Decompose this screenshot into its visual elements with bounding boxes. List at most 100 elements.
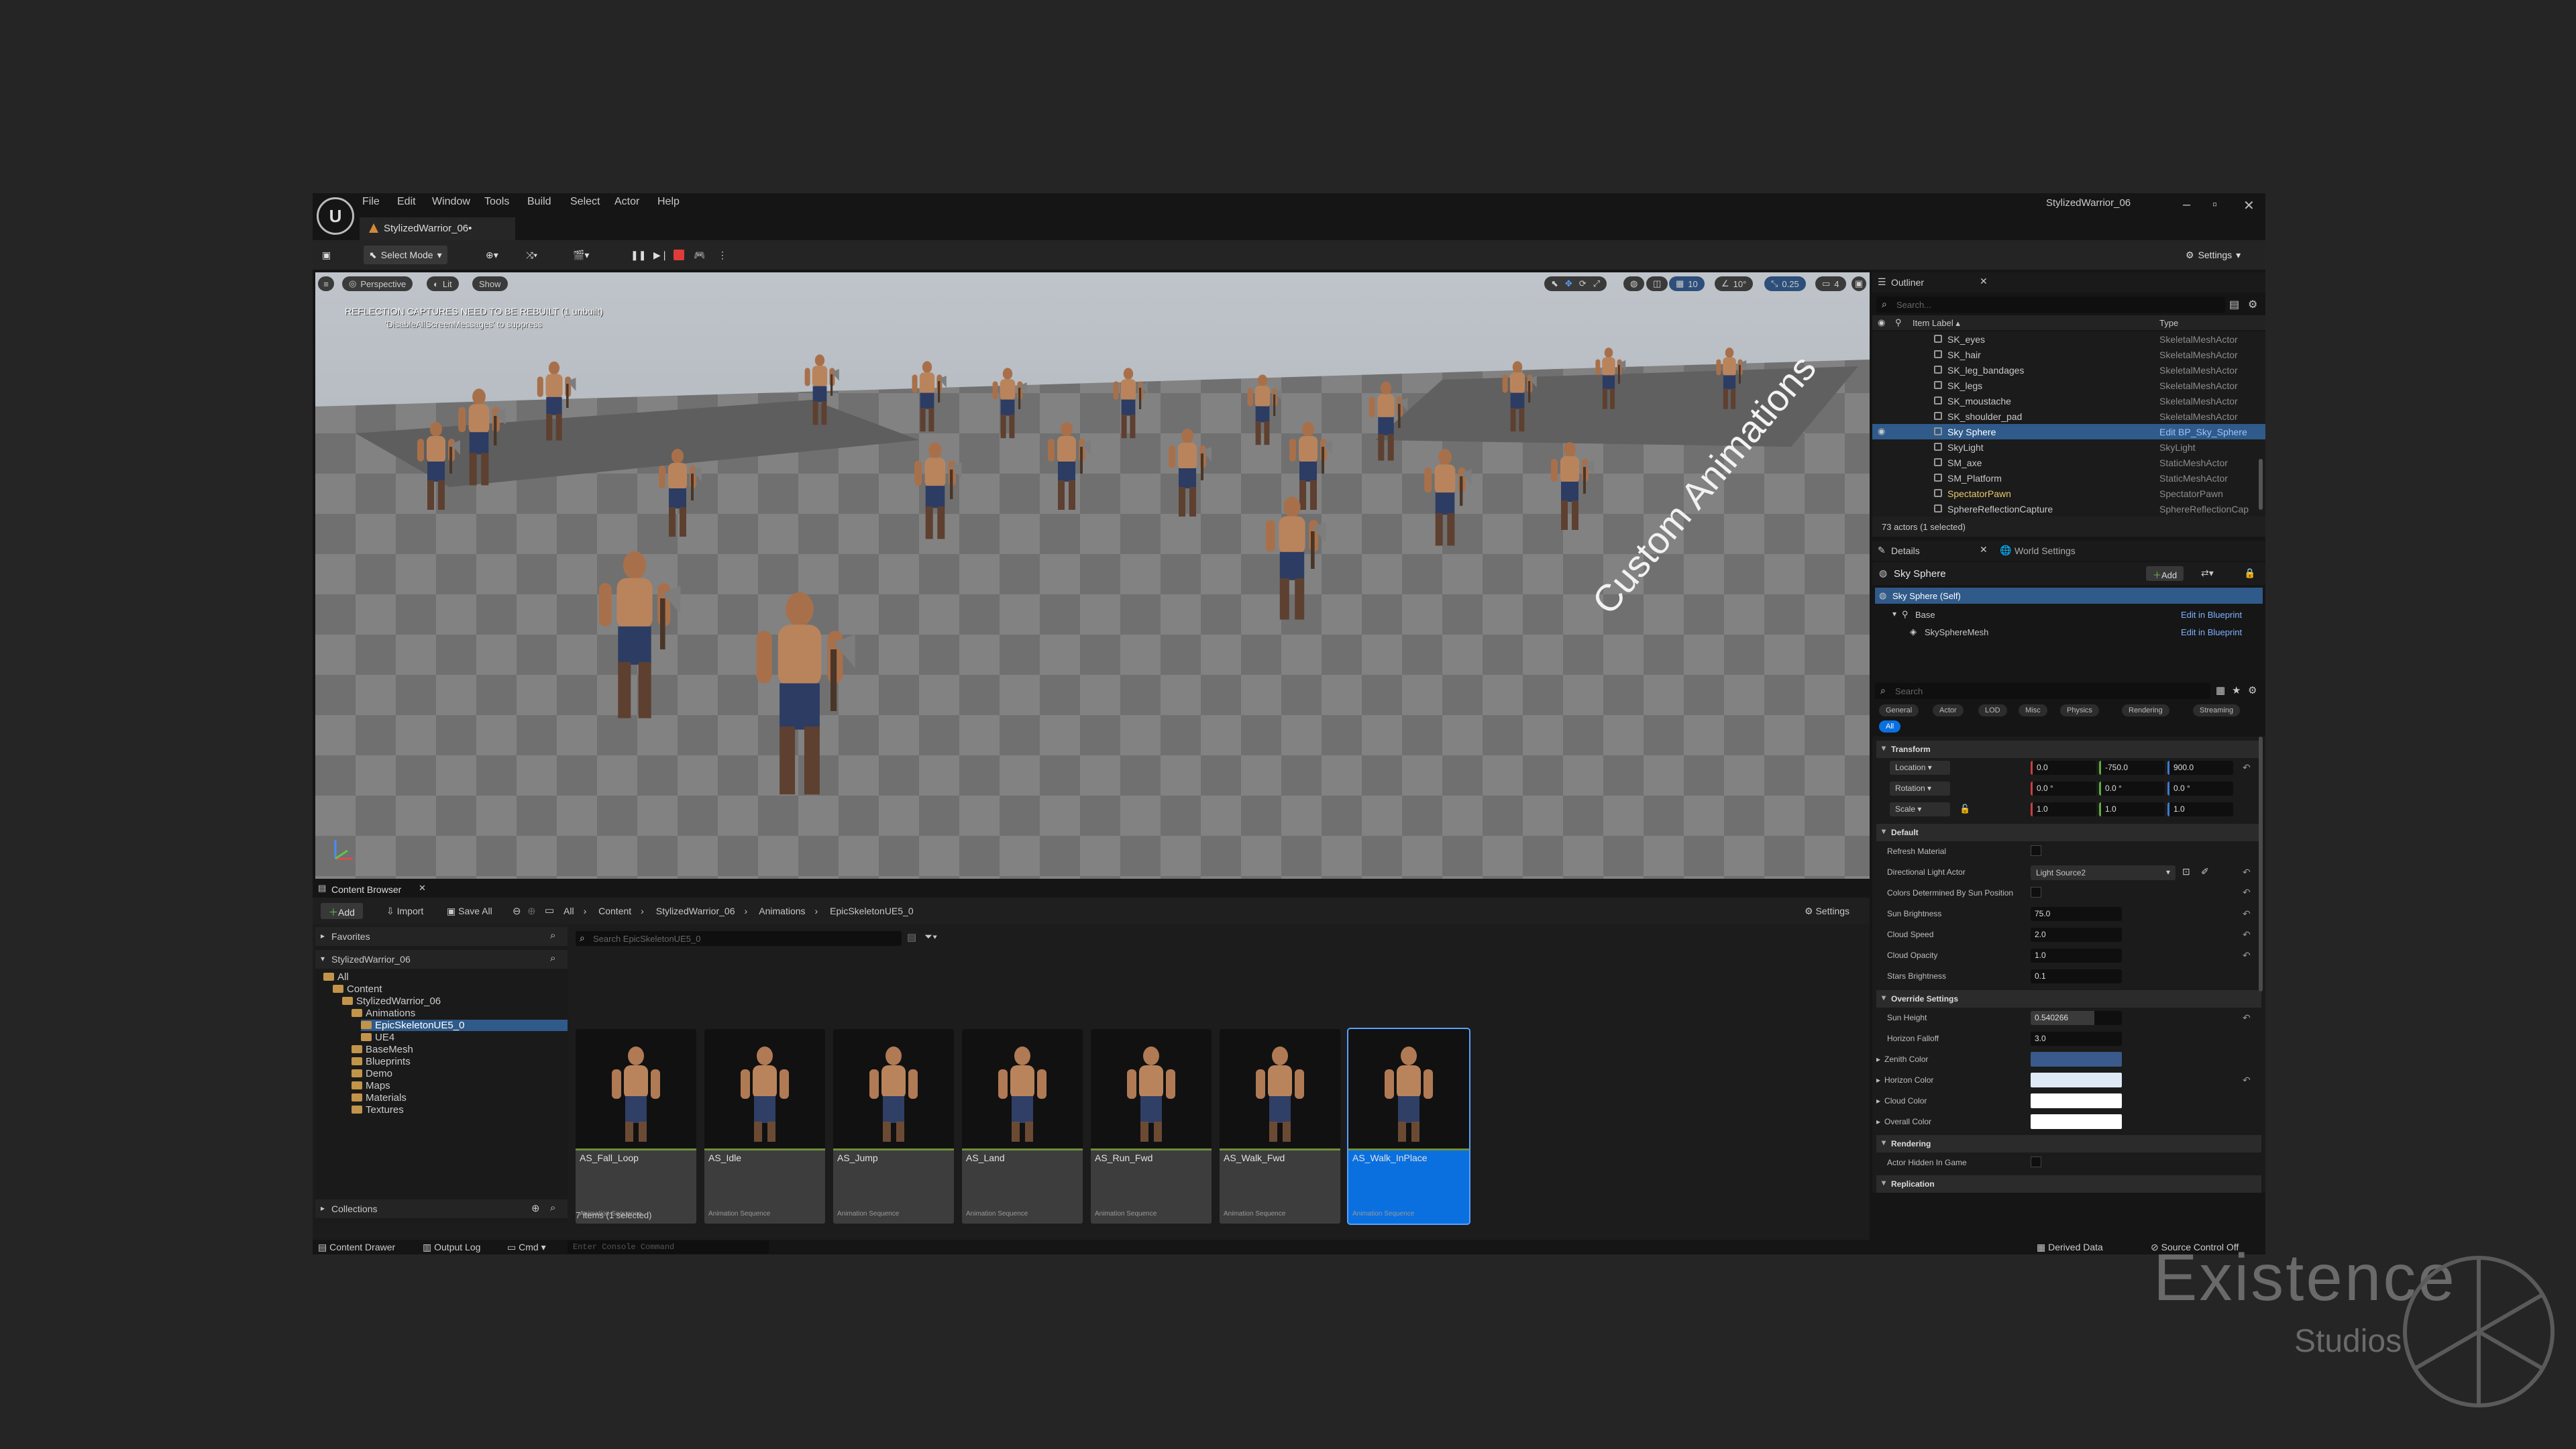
crumb-skeleton[interactable]: EpicSkeletonUE5_0 bbox=[830, 906, 914, 916]
reset-icon[interactable]: ↶ bbox=[2243, 1012, 2251, 1024]
category-misc[interactable]: Misc bbox=[2019, 704, 2047, 716]
warrior-figure[interactable] bbox=[1040, 420, 1093, 514]
scale-dropdown[interactable]: Scale ▾ bbox=[1890, 802, 1950, 816]
folder-item[interactable]: Content bbox=[333, 983, 382, 995]
grid-snap-button[interactable]: ▦ 10 bbox=[1669, 276, 1705, 291]
component-self-row[interactable]: ◍ Sky Sphere (Self) bbox=[1875, 588, 2263, 604]
cmd-dropdown[interactable]: ▭ Cmd ▾ bbox=[507, 1242, 546, 1253]
edit-in-blueprint-link[interactable]: Edit in Blueprint bbox=[2181, 610, 2242, 620]
category-lod[interactable]: LOD bbox=[1978, 704, 2007, 716]
reset-icon[interactable]: ↶ bbox=[2243, 867, 2251, 878]
menu-edit[interactable]: Edit bbox=[397, 196, 416, 208]
asset-tile[interactable]: AS_Walk_InPlace Animation Sequence bbox=[1347, 1028, 1470, 1225]
content-drawer-button[interactable]: ▤ Content Drawer bbox=[318, 1242, 395, 1253]
warrior-figure[interactable] bbox=[1711, 346, 1748, 412]
warrior-figure[interactable] bbox=[738, 588, 861, 804]
reset-icon[interactable]: ↶ bbox=[2243, 908, 2251, 920]
outliner-row[interactable]: SK_legs SkeletalMeshActor bbox=[1872, 378, 2265, 393]
level-tab[interactable]: StylizedWarrior_06• bbox=[360, 217, 515, 240]
world-local-icon[interactable]: ◍ bbox=[1623, 276, 1645, 291]
reset-icon[interactable]: ↶ bbox=[2243, 762, 2251, 773]
cloud-opacity-field[interactable]: 1.0 bbox=[2031, 949, 2122, 963]
outliner-row[interactable]: SK_shoulder_pad SkeletalMeshActor bbox=[1872, 409, 2265, 424]
gear-icon[interactable]: ⚙ bbox=[2248, 684, 2257, 696]
warrior-figure[interactable] bbox=[651, 447, 704, 541]
folder-item[interactable]: Materials bbox=[352, 1092, 407, 1104]
star-icon[interactable]: ★ bbox=[2232, 684, 2241, 696]
folder-item[interactable]: Blueprints bbox=[352, 1056, 411, 1067]
folder-item[interactable]: Textures bbox=[352, 1104, 404, 1116]
folder-item[interactable]: BaseMesh bbox=[352, 1044, 413, 1055]
add-component-button[interactable]: ＋Add bbox=[2146, 566, 2184, 581]
warrior-figure[interactable] bbox=[1415, 447, 1474, 550]
location-x[interactable]: 0.0 bbox=[2031, 761, 2096, 775]
surface-snap-icon[interactable]: ◫ bbox=[1646, 276, 1668, 291]
section-default[interactable]: Default bbox=[1876, 824, 2261, 841]
category-actor[interactable]: Actor bbox=[1933, 704, 1964, 716]
warrior-figure[interactable] bbox=[1254, 494, 1330, 625]
crumb-project[interactable]: StylizedWarrior_06 bbox=[656, 906, 735, 916]
reset-icon[interactable]: ↶ bbox=[2243, 887, 2251, 898]
cloud-color-swatch[interactable] bbox=[2031, 1093, 2122, 1108]
warrior-figure[interactable] bbox=[1590, 346, 1627, 412]
show-button[interactable]: Show bbox=[472, 276, 508, 291]
location-y[interactable]: -750.0 bbox=[2099, 761, 2165, 775]
menu-actor[interactable]: Actor bbox=[614, 196, 639, 208]
output-log-button[interactable]: ▥ Output Log bbox=[423, 1242, 480, 1253]
asset-tile[interactable]: AS_Idle Animation Sequence bbox=[704, 1029, 825, 1224]
grid-view-icon[interactable]: ▦ bbox=[2216, 684, 2225, 696]
crumb-all[interactable]: All bbox=[564, 906, 574, 916]
forward-icon[interactable]: ⊕ bbox=[527, 905, 536, 917]
settings-button[interactable]: ⚙ Settings ▾ bbox=[2180, 246, 2246, 264]
outliner-row[interactable]: SK_eyes SkeletalMeshActor bbox=[1872, 331, 2265, 347]
blueprint-icon[interactable]: ⤨▾ bbox=[521, 246, 543, 264]
scale-y[interactable]: 1.0 bbox=[2099, 802, 2165, 816]
colors-by-sun-checkbox[interactable] bbox=[2031, 887, 2041, 898]
details-search[interactable]: ⌕ Search bbox=[1875, 683, 2210, 699]
horizon-color-swatch[interactable] bbox=[2031, 1073, 2122, 1087]
save-search-icon[interactable]: ▤ bbox=[907, 931, 916, 943]
section-replication[interactable]: Replication bbox=[1876, 1175, 2261, 1193]
section-rendering[interactable]: Rendering bbox=[1876, 1135, 2261, 1152]
rotation-z[interactable]: 0.0 ° bbox=[2167, 782, 2233, 796]
component-mesh-row[interactable]: ◈ SkySphereMesh Edit in Blueprint bbox=[1872, 624, 2265, 640]
search-icon[interactable]: ⌕ bbox=[550, 953, 555, 964]
folder-add-icon[interactable]: ▤ bbox=[2229, 298, 2239, 311]
cloud-speed-field[interactable]: 2.0 bbox=[2031, 928, 2122, 942]
content-browser-tab[interactable]: Content Browser bbox=[331, 884, 401, 895]
more-icon[interactable]: ⋮ bbox=[712, 246, 733, 264]
blueprint-options-icon[interactable]: ⇄▾ bbox=[2201, 568, 2214, 579]
outliner-row[interactable]: SkyLight SkyLight bbox=[1872, 439, 2265, 455]
warrior-figure[interactable] bbox=[1496, 360, 1539, 435]
warrior-figure[interactable] bbox=[798, 353, 841, 428]
asset-tile[interactable]: AS_Fall_Loop Animation Sequence bbox=[576, 1029, 696, 1224]
menu-window[interactable]: Window bbox=[432, 196, 470, 208]
dir-light-dropdown[interactable]: Light Source2 ▾ bbox=[2031, 865, 2176, 880]
scale-x[interactable]: 1.0 bbox=[2031, 802, 2096, 816]
warrior-figure[interactable] bbox=[1161, 427, 1214, 521]
folder-item[interactable]: EpicSkeletonUE5_0 bbox=[361, 1020, 568, 1031]
asset-tile[interactable]: AS_Run_Fwd Animation Sequence bbox=[1091, 1029, 1212, 1224]
asset-tile[interactable]: AS_Walk_Fwd Animation Sequence bbox=[1220, 1029, 1340, 1224]
outliner-row[interactable]: SK_leg_bandages SkeletalMeshActor bbox=[1872, 362, 2265, 378]
outliner-scrollbar[interactable] bbox=[2259, 459, 2263, 510]
maximize-icon[interactable]: ▫ bbox=[2212, 197, 2217, 213]
visibility-icon[interactable]: ◉ bbox=[1878, 426, 1885, 437]
console-input[interactable]: Enter Console Command bbox=[568, 1240, 769, 1254]
category-streaming[interactable]: Streaming bbox=[2193, 704, 2241, 716]
warrior-figure[interactable] bbox=[906, 440, 965, 543]
sun-brightness-field[interactable]: 75.0 bbox=[2031, 907, 2122, 921]
rotate-icon[interactable]: ⟳ bbox=[1579, 278, 1587, 289]
camera-speed-button[interactable]: ▭ 4 bbox=[1815, 276, 1846, 291]
menu-file[interactable]: File bbox=[362, 196, 380, 208]
warrior-figure[interactable] bbox=[1241, 373, 1284, 448]
close-tab-icon[interactable]: ✕ bbox=[1980, 544, 1988, 555]
rotation-x[interactable]: 0.0 ° bbox=[2031, 782, 2096, 796]
location-z[interactable]: 900.0 bbox=[2167, 761, 2233, 775]
warrior-figure[interactable] bbox=[1362, 380, 1410, 464]
filter-icon[interactable]: ⏷▾ bbox=[924, 931, 937, 943]
import-button[interactable]: ⇩ Import bbox=[386, 906, 423, 917]
warrior-figure[interactable] bbox=[986, 366, 1029, 441]
lit-button[interactable]: ◐ Lit bbox=[427, 276, 459, 291]
category-general[interactable]: General bbox=[1879, 704, 1919, 716]
